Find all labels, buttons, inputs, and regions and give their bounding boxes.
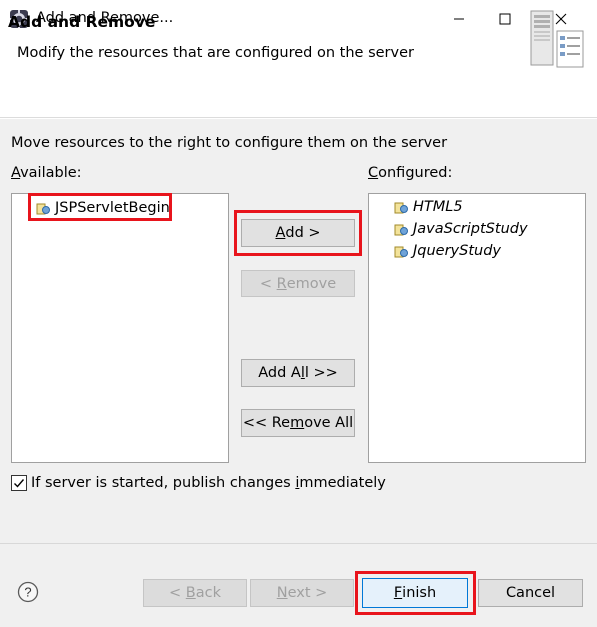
- annotation-highlight-add-button: [234, 210, 362, 256]
- remove-button[interactable]: < Remove: [241, 270, 355, 297]
- maximize-icon: [499, 13, 511, 25]
- next-button[interactable]: Next >: [250, 579, 354, 607]
- web-project-icon: [394, 224, 408, 236]
- annotation-highlight-available-item: [28, 193, 172, 221]
- back-button[interactable]: < Back: [143, 579, 247, 607]
- available-label: Available:: [11, 165, 82, 181]
- help-icon[interactable]: ?: [17, 581, 39, 603]
- remove-all-button[interactable]: << Re m ove All: [241, 409, 355, 437]
- page-title: Add and Remove: [8, 13, 156, 31]
- list-item[interactable]: JavaScriptStudy: [394, 219, 528, 239]
- configured-label: Configured:: [368, 165, 453, 181]
- add-all-button[interactable]: Add All >>: [241, 359, 355, 387]
- cancel-button[interactable]: Cancel: [478, 579, 583, 607]
- checkmark-icon: [14, 479, 25, 488]
- minimize-icon: [454, 18, 464, 20]
- list-item[interactable]: HTML5: [394, 197, 463, 217]
- configured-list[interactable]: HTML5 JavaScriptStudy JqueryStudy: [368, 193, 586, 463]
- page-description: Modify the resources that are configured…: [17, 45, 414, 61]
- publish-checkbox-label[interactable]: If server is started, publish changes im…: [31, 475, 386, 491]
- maximize-button[interactable]: [482, 0, 528, 38]
- available-list[interactable]: JSPServletBegin: [11, 193, 229, 463]
- web-project-icon: [394, 202, 408, 214]
- svg-text:?: ?: [24, 585, 31, 600]
- web-project-icon: [394, 246, 408, 258]
- list-item[interactable]: JqueryStudy: [394, 241, 501, 261]
- instruction-text: Move resources to the right to configure…: [11, 135, 448, 151]
- publish-checkbox[interactable]: [11, 475, 27, 491]
- minimize-button[interactable]: [436, 0, 482, 38]
- server-config-icon: [527, 9, 585, 69]
- annotation-highlight-finish-button: [355, 571, 476, 615]
